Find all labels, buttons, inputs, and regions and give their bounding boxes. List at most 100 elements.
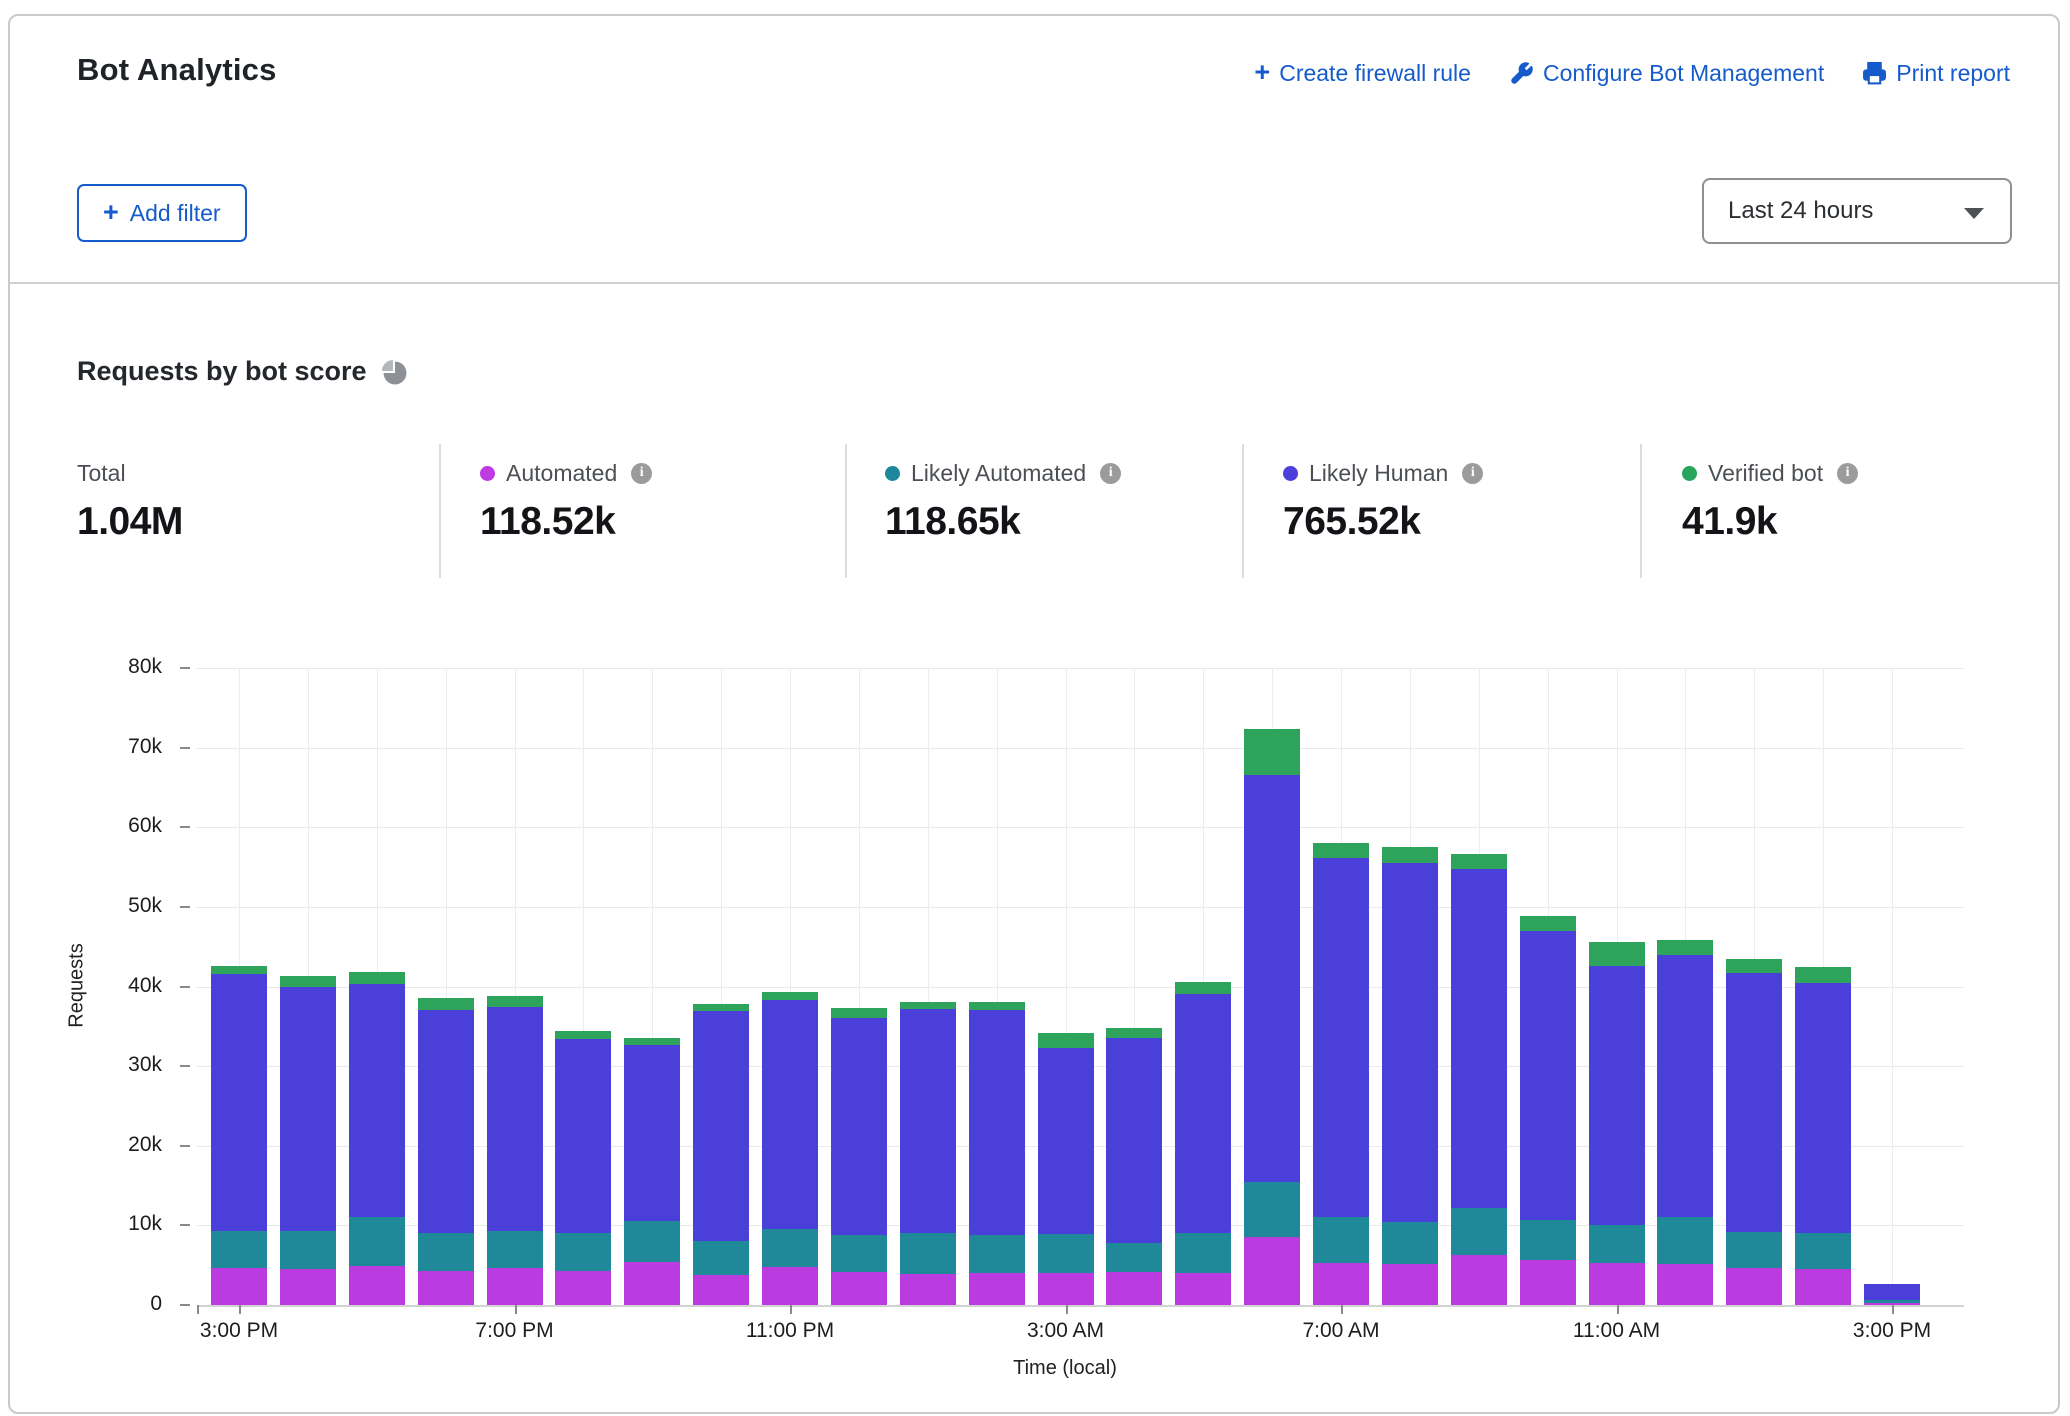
bar-2-00-pm[interactable] — [1795, 967, 1851, 1305]
info-icon[interactable]: i — [1837, 463, 1858, 484]
bar-segment-likely-human — [1382, 863, 1438, 1222]
bar-9-00-pm[interactable] — [624, 1037, 680, 1305]
x-tick-label: 7:00 PM — [425, 1319, 605, 1343]
info-icon[interactable]: i — [631, 463, 652, 484]
bar-segment-likely-automated — [1038, 1234, 1094, 1273]
bar-segment-likely-automated — [1382, 1222, 1438, 1264]
y-tick-mark — [180, 667, 190, 669]
stat-likely-human-value: 765.52k — [1283, 500, 1483, 544]
y-tick-mark — [180, 906, 190, 908]
bar-segment-likely-automated — [969, 1235, 1025, 1273]
bar-segment-likely-human — [1313, 858, 1369, 1218]
x-axis-title: Time (local) — [865, 1357, 1265, 1380]
info-icon[interactable]: i — [1462, 463, 1483, 484]
stat-total-value: 1.04M — [77, 500, 183, 544]
bar-segment-likely-human — [418, 1010, 474, 1234]
bar-segment-automated — [1106, 1272, 1162, 1305]
bar-5-00-am[interactable] — [1175, 982, 1231, 1305]
configure-bot-management-link[interactable]: Configure Bot Management — [1509, 60, 1824, 87]
bar-segment-likely-human — [969, 1010, 1025, 1235]
h-gridline — [197, 827, 1964, 828]
section-title-text: Requests by bot score — [77, 356, 367, 387]
stat-verified-bot: Verified bot i 41.9k — [1682, 460, 1858, 544]
bar-11-00-pm[interactable] — [762, 992, 818, 1305]
bar-segment-verified-bot — [969, 1002, 1025, 1009]
stat-automated: Automated i 118.52k — [480, 460, 652, 544]
bar-12-00-am[interactable] — [831, 1008, 887, 1305]
section-title: Requests by bot score — [77, 356, 407, 387]
bar-segment-verified-bot — [1520, 916, 1576, 931]
bar-segment-likely-automated — [693, 1241, 749, 1274]
bar-segment-automated — [1520, 1260, 1576, 1305]
bar-segment-likely-automated — [211, 1231, 267, 1268]
bar-segment-likely-automated — [900, 1233, 956, 1274]
create-firewall-rule-link[interactable]: + Create firewall rule — [1254, 60, 1471, 87]
bar-3-00-pm[interactable] — [1864, 1284, 1920, 1305]
plus-icon: + — [103, 199, 119, 226]
bar-7-00-pm[interactable] — [487, 996, 543, 1305]
bar-segment-likely-human — [1451, 869, 1507, 1208]
bar-11-00-am[interactable] — [1589, 942, 1645, 1305]
bot-analytics-card: Bot Analytics + Create firewall rule Con… — [8, 14, 2060, 1414]
stat-divider — [1242, 444, 1244, 578]
bar-4-00-am[interactable] — [1106, 1028, 1162, 1305]
bar-1-00-am[interactable] — [900, 1002, 956, 1305]
bar-2-00-am[interactable] — [969, 1002, 1025, 1305]
bar-5-00-pm[interactable] — [349, 972, 405, 1305]
x-tick-mark — [1892, 1305, 1894, 1314]
configure-bot-management-label: Configure Bot Management — [1543, 60, 1824, 87]
h-gridline — [197, 748, 1964, 749]
y-tick-label: 20k — [52, 1133, 162, 1157]
bar-segment-verified-bot — [900, 1002, 956, 1009]
bar-segment-verified-bot — [1795, 967, 1851, 982]
add-filter-button[interactable]: + Add filter — [77, 184, 247, 242]
bar-segment-likely-human — [831, 1018, 887, 1235]
bar-segment-verified-bot — [1726, 959, 1782, 973]
bar-6-00-pm[interactable] — [418, 998, 474, 1305]
bar-segment-likely-automated — [1451, 1208, 1507, 1255]
bar-segment-likely-human — [693, 1011, 749, 1241]
bar-segment-automated — [693, 1275, 749, 1305]
page-title: Bot Analytics — [77, 52, 277, 88]
bar-7-00-am[interactable] — [1313, 843, 1369, 1305]
bar-10-00-am[interactable] — [1520, 916, 1576, 1305]
info-icon[interactable]: i — [1100, 463, 1121, 484]
verified-bot-dot-icon — [1682, 466, 1697, 481]
bar-3-00-pm[interactable] — [211, 966, 267, 1305]
bar-8-00-pm[interactable] — [555, 1031, 611, 1305]
bar-segment-automated — [624, 1262, 680, 1305]
bar-segment-likely-human — [1175, 994, 1231, 1234]
bar-segment-likely-human — [900, 1009, 956, 1234]
bar-10-00-pm[interactable] — [693, 1004, 749, 1305]
bar-segment-verified-bot — [1244, 729, 1300, 775]
bar-12-00-pm[interactable] — [1657, 940, 1713, 1305]
bar-8-00-am[interactable] — [1382, 847, 1438, 1305]
bar-segment-likely-human — [624, 1045, 680, 1221]
bar-1-00-pm[interactable] — [1726, 959, 1782, 1305]
y-tick-mark — [180, 986, 190, 988]
x-tick-label: 3:00 AM — [976, 1319, 1156, 1343]
time-range-select[interactable]: Last 24 hours — [1702, 178, 2012, 244]
print-report-link[interactable]: Print report — [1862, 60, 2010, 87]
stat-total: Total 1.04M — [77, 460, 183, 544]
bar-segment-automated — [1382, 1264, 1438, 1305]
x-tick-label: 3:00 PM — [1802, 1319, 1982, 1343]
bar-segment-verified-bot — [831, 1008, 887, 1018]
x-tick-mark — [239, 1305, 241, 1314]
bar-3-00-am[interactable] — [1038, 1033, 1094, 1305]
bar-4-00-pm[interactable] — [280, 976, 336, 1305]
bar-6-00-am[interactable] — [1244, 729, 1300, 1305]
stat-divider — [845, 444, 847, 578]
bar-segment-automated — [1657, 1264, 1713, 1305]
bar-segment-likely-automated — [280, 1231, 336, 1269]
x-tick-label: 11:00 AM — [1527, 1319, 1707, 1343]
bar-9-00-am[interactable] — [1451, 854, 1507, 1305]
x-tick-mark — [1617, 1305, 1619, 1314]
y-tick-label: 80k — [52, 655, 162, 679]
stat-automated-value: 118.52k — [480, 500, 652, 544]
x-tick-label: 3:00 PM — [149, 1319, 329, 1343]
bar-segment-likely-automated — [1520, 1220, 1576, 1261]
add-filter-label: Add filter — [130, 200, 221, 227]
h-gridline — [197, 907, 1964, 908]
stat-automated-label: Automated — [506, 460, 617, 487]
